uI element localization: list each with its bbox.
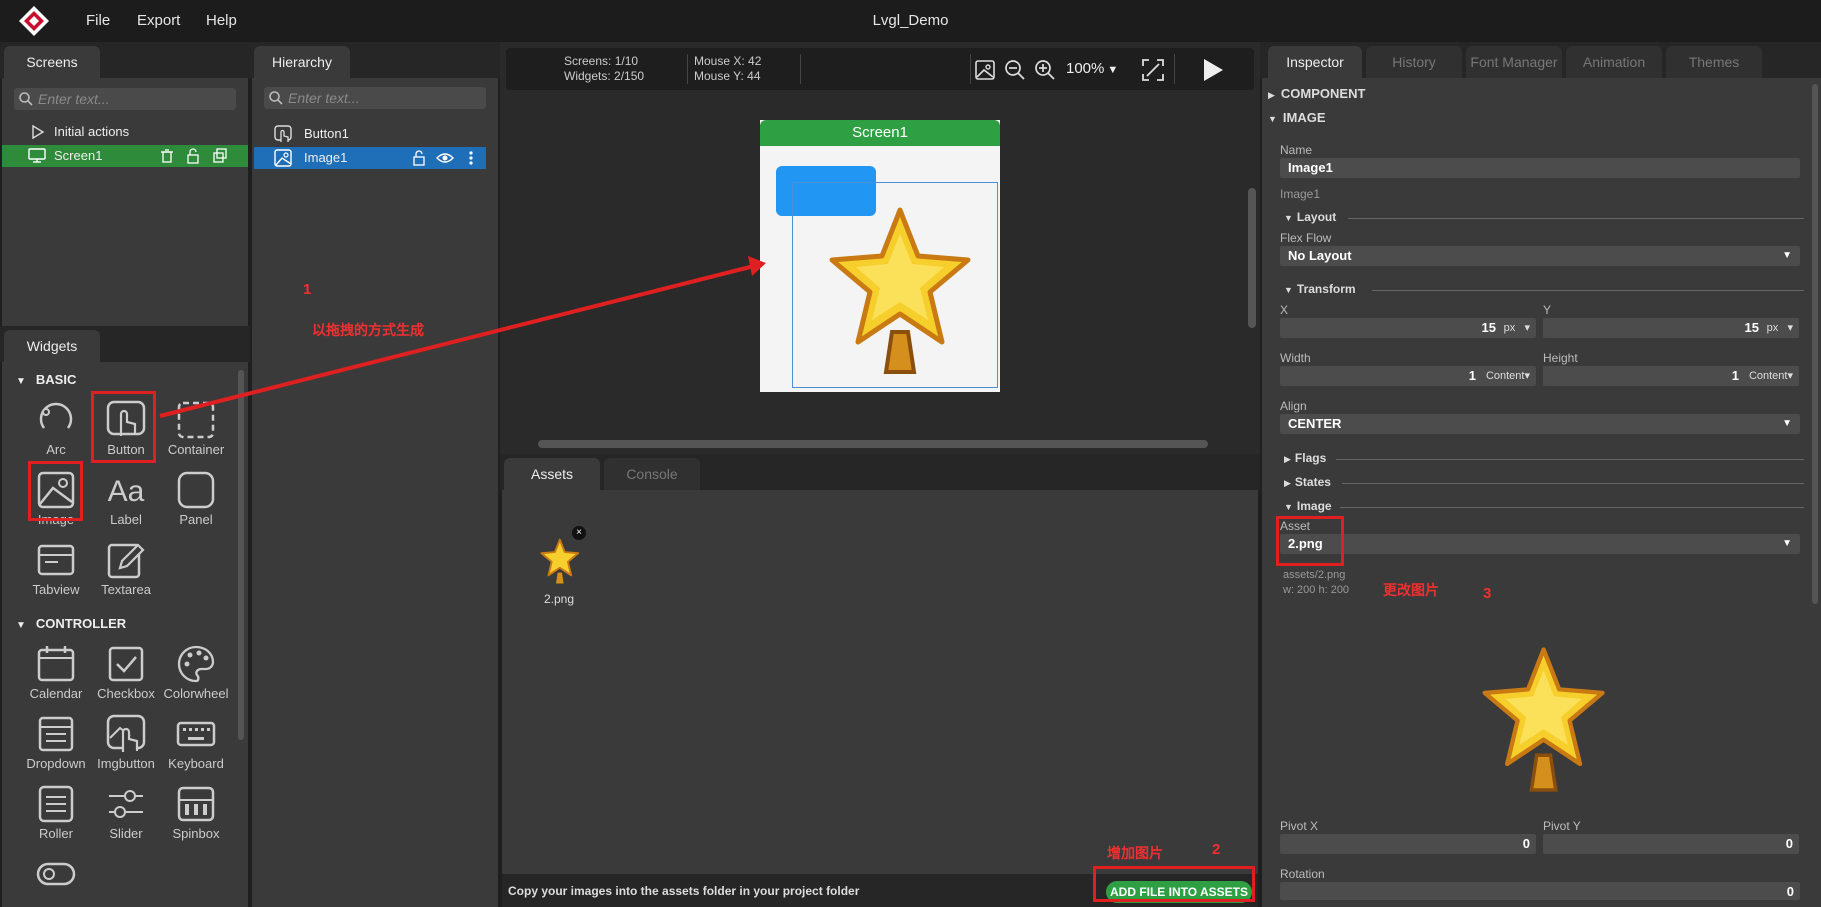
annotation-arrow: [159, 256, 766, 418]
annotation-step1-number: 1: [303, 281, 312, 298]
annotation-step3-number: 3: [1483, 585, 1492, 602]
annotation-step1-text: 以拖拽的方式生成: [312, 322, 424, 338]
annotation-step3-text: 更改图片: [1383, 582, 1439, 598]
annotation-step2-text: 增加图片: [1107, 845, 1163, 861]
annotation-step2-number: 2: [1212, 841, 1221, 858]
